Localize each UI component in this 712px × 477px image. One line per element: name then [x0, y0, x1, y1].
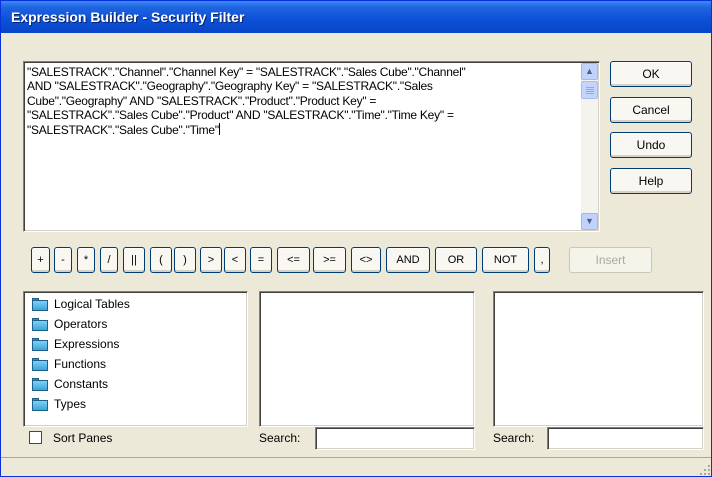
tree-item-label: Operators — [54, 317, 108, 331]
tree-item-label: Functions — [54, 357, 107, 371]
chevron-down-icon: ▼ — [585, 216, 594, 226]
operator-greater-button[interactable]: > — [200, 247, 222, 273]
operator-or-button[interactable]: OR — [435, 247, 477, 273]
expression-editor[interactable]: "SALESTRACK"."Channel"."Channel Key" = "… — [23, 61, 600, 232]
tree-item-label: Constants — [54, 377, 109, 391]
insert-button[interactable]: Insert — [569, 247, 652, 273]
undo-button[interactable]: Undo — [610, 132, 692, 158]
chevron-up-icon: ▲ — [585, 66, 594, 76]
operator-not-equal-button[interactable]: <> — [351, 247, 381, 273]
operator-plus-button[interactable]: + — [31, 247, 50, 273]
folder-icon — [32, 357, 48, 371]
title-bar[interactable]: Expression Builder - Security Filter — [1, 1, 711, 33]
text-caret — [218, 122, 220, 135]
folder-icon — [32, 397, 48, 411]
tree-item-types[interactable]: Types — [32, 394, 86, 414]
operator-multiply-button[interactable]: * — [77, 247, 95, 273]
tree-item-label: Types — [54, 397, 87, 411]
folder-icon — [32, 317, 48, 331]
tree-item-functions[interactable]: Functions — [32, 354, 106, 374]
search-label-1: Search: — [259, 431, 301, 445]
operator-concat-button[interactable]: || — [123, 247, 145, 273]
scroll-down-button[interactable]: ▼ — [581, 213, 598, 230]
elements-pane[interactable] — [259, 291, 475, 427]
operator-comma-button[interactable]: , — [534, 247, 550, 273]
expression-text[interactable]: "SALESTRACK"."Channel"."Channel Key" = "… — [27, 65, 577, 137]
sort-panes-checkbox[interactable] — [29, 431, 42, 444]
folder-icon — [32, 297, 48, 311]
status-bar — [1, 457, 711, 476]
operator-less-button[interactable]: < — [224, 247, 246, 273]
operator-and-button[interactable]: AND — [386, 247, 430, 273]
categories-pane[interactable]: Logical Tables Operators Expressions Fun… — [23, 291, 248, 427]
scroll-thumb[interactable] — [581, 81, 598, 99]
tree-item-label: Expressions — [54, 337, 120, 351]
tree-item-expressions[interactable]: Expressions — [32, 334, 119, 354]
help-button[interactable]: Help — [610, 168, 692, 194]
operator-divide-button[interactable]: / — [100, 247, 118, 273]
vertical-scrollbar[interactable]: ▲ ▼ — [581, 63, 598, 230]
expression-builder-dialog: Expression Builder - Security Filter "SA… — [0, 0, 712, 477]
ok-button[interactable]: OK — [610, 61, 692, 87]
operator-close-paren-button[interactable]: ) — [174, 247, 196, 273]
search-label-2: Search: — [493, 431, 535, 445]
tree-item-logical-tables[interactable]: Logical Tables — [32, 294, 130, 314]
operator-not-button[interactable]: NOT — [482, 247, 529, 273]
operator-equals-button[interactable]: = — [250, 247, 272, 273]
scroll-up-button[interactable]: ▲ — [581, 63, 598, 80]
resize-grip-icon[interactable] — [699, 464, 711, 476]
sort-panes-label: Sort Panes — [53, 431, 113, 445]
members-pane[interactable] — [493, 291, 704, 427]
tree-item-label: Logical Tables — [54, 297, 130, 311]
tree-item-constants[interactable]: Constants — [32, 374, 108, 394]
folder-icon — [32, 337, 48, 351]
operator-gte-button[interactable]: >= — [313, 247, 346, 273]
operator-minus-button[interactable]: - — [54, 247, 72, 273]
window-title: Expression Builder - Security Filter — [11, 9, 245, 25]
operator-lte-button[interactable]: <= — [277, 247, 310, 273]
cancel-button[interactable]: Cancel — [610, 97, 692, 123]
operator-open-paren-button[interactable]: ( — [150, 247, 172, 273]
folder-icon — [32, 377, 48, 391]
tree-item-operators[interactable]: Operators — [32, 314, 107, 334]
search-input-2[interactable] — [547, 427, 704, 450]
search-input-1[interactable] — [315, 427, 475, 450]
